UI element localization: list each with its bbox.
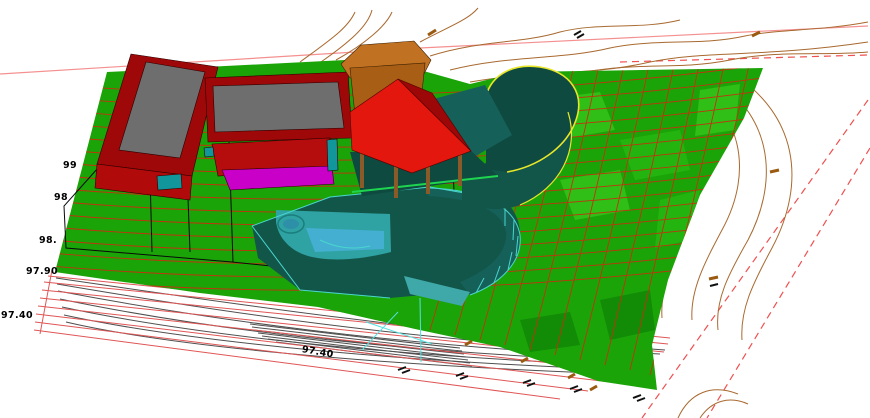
contour-line <box>449 21 869 71</box>
station-mark <box>751 30 761 38</box>
tick-mark <box>709 283 719 287</box>
tick-mark <box>632 394 646 402</box>
tick-mark <box>522 379 536 387</box>
awning-teal-box <box>326 138 339 172</box>
station-mark <box>589 384 598 392</box>
elevation-label: 98. <box>39 235 57 246</box>
contour-line <box>677 389 739 418</box>
station-mark <box>708 275 719 281</box>
station-mark <box>769 168 780 174</box>
tick-mark <box>573 30 585 39</box>
contour-line <box>419 7 479 43</box>
tick-mark <box>455 372 469 380</box>
elevation-label: 98 <box>54 192 68 203</box>
contour-line <box>429 19 681 57</box>
elevation-label: 97.90 <box>26 266 58 277</box>
house-window-teal <box>156 173 183 191</box>
pool-water <box>306 228 384 252</box>
elevation-label: 99 <box>63 160 77 171</box>
house-roof-right <box>212 81 345 133</box>
contour-line <box>699 399 749 418</box>
site-model-canvas[interactable]: 99 98 98. 97.90 97.40 97.40 <box>0 0 870 418</box>
boundary-dashed-right-outer <box>706 147 870 418</box>
station-mark <box>464 339 473 347</box>
cad-3d-viewport[interactable]: 99 98 98. 97.90 97.40 97.40 <box>0 0 870 418</box>
station-mark <box>520 356 529 364</box>
spa-water <box>283 219 299 229</box>
house-window-teal-small <box>203 146 215 158</box>
elevation-label: 97.40 <box>1 310 33 321</box>
